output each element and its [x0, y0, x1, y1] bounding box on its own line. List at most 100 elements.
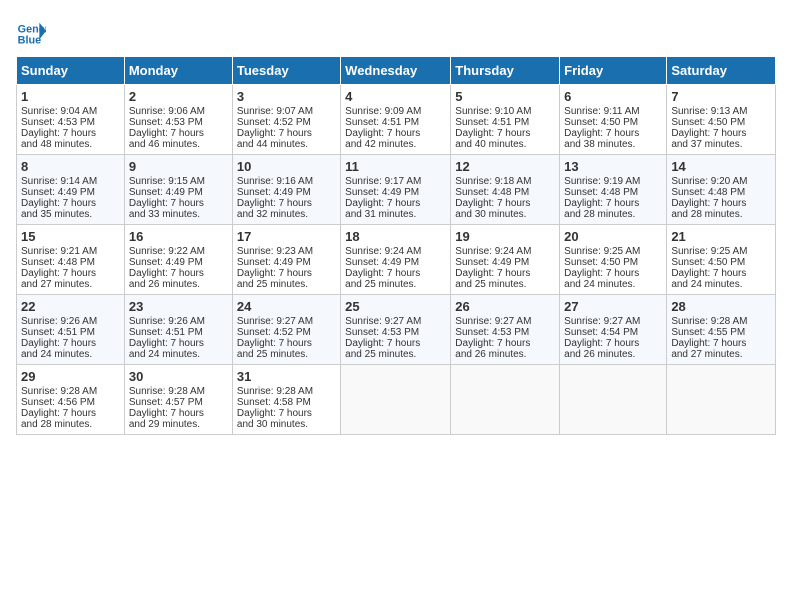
day-number: 3	[237, 89, 336, 104]
day-info-line: Daylight: 7 hours	[564, 198, 662, 209]
day-info-line: Sunrise: 9:04 AM	[21, 106, 120, 117]
calendar-cell: 11Sunrise: 9:17 AMSunset: 4:49 PMDayligh…	[341, 155, 451, 225]
day-info-line: and 27 minutes.	[21, 279, 120, 290]
day-info-line: Daylight: 7 hours	[455, 268, 555, 279]
day-info-line: Sunrise: 9:27 AM	[564, 316, 662, 327]
calendar-header: SundayMondayTuesdayWednesdayThursdayFrid…	[17, 57, 776, 85]
day-info-line: Sunrise: 9:21 AM	[21, 246, 120, 257]
day-info-line: Sunrise: 9:26 AM	[21, 316, 120, 327]
day-info-line: Sunrise: 9:28 AM	[129, 386, 228, 397]
day-info-line: Sunset: 4:50 PM	[564, 117, 662, 128]
day-number: 22	[21, 299, 120, 314]
day-info-line: Sunrise: 9:13 AM	[671, 106, 771, 117]
day-info-line: and 42 minutes.	[345, 139, 446, 150]
day-info-line: Daylight: 7 hours	[345, 268, 446, 279]
day-info-line: and 29 minutes.	[129, 419, 228, 430]
calendar-cell: 16Sunrise: 9:22 AMSunset: 4:49 PMDayligh…	[124, 225, 232, 295]
calendar-cell: 8Sunrise: 9:14 AMSunset: 4:49 PMDaylight…	[17, 155, 125, 225]
day-info-line: Sunrise: 9:20 AM	[671, 176, 771, 187]
day-info-line: Sunrise: 9:06 AM	[129, 106, 228, 117]
calendar-cell: 9Sunrise: 9:15 AMSunset: 4:49 PMDaylight…	[124, 155, 232, 225]
day-info-line: Sunset: 4:54 PM	[564, 327, 662, 338]
day-info-line: and 30 minutes.	[237, 419, 336, 430]
day-info-line: and 32 minutes.	[237, 209, 336, 220]
day-info-line: Sunset: 4:49 PM	[345, 187, 446, 198]
day-info-line: Sunset: 4:48 PM	[455, 187, 555, 198]
day-number: 11	[345, 159, 446, 174]
calendar-cell: 24Sunrise: 9:27 AMSunset: 4:52 PMDayligh…	[232, 295, 340, 365]
day-info-line: Sunrise: 9:27 AM	[455, 316, 555, 327]
calendar-cell: 3Sunrise: 9:07 AMSunset: 4:52 PMDaylight…	[232, 85, 340, 155]
day-info-line: and 24 minutes.	[129, 349, 228, 360]
calendar-cell: 18Sunrise: 9:24 AMSunset: 4:49 PMDayligh…	[341, 225, 451, 295]
day-number: 12	[455, 159, 555, 174]
day-info-line: Daylight: 7 hours	[237, 198, 336, 209]
day-number: 19	[455, 229, 555, 244]
day-info-line: Sunset: 4:57 PM	[129, 397, 228, 408]
day-info-line: Sunset: 4:52 PM	[237, 117, 336, 128]
day-info-line: Sunset: 4:50 PM	[671, 257, 771, 268]
col-header-tuesday: Tuesday	[232, 57, 340, 85]
day-info-line: Sunrise: 9:11 AM	[564, 106, 662, 117]
svg-text:Blue: Blue	[18, 35, 41, 47]
day-info-line: Daylight: 7 hours	[564, 338, 662, 349]
day-info-line: Daylight: 7 hours	[345, 198, 446, 209]
day-info-line: Sunrise: 9:28 AM	[21, 386, 120, 397]
day-info-line: and 44 minutes.	[237, 139, 336, 150]
week-row-3: 15Sunrise: 9:21 AMSunset: 4:48 PMDayligh…	[17, 225, 776, 295]
day-info-line: and 24 minutes.	[564, 279, 662, 290]
calendar-cell: 5Sunrise: 9:10 AMSunset: 4:51 PMDaylight…	[451, 85, 560, 155]
day-info-line: and 26 minutes.	[129, 279, 228, 290]
day-number: 8	[21, 159, 120, 174]
col-header-thursday: Thursday	[451, 57, 560, 85]
day-info-line: Sunrise: 9:28 AM	[671, 316, 771, 327]
day-info-line: Daylight: 7 hours	[129, 408, 228, 419]
day-number: 26	[455, 299, 555, 314]
calendar-cell	[451, 365, 560, 435]
day-info-line: Daylight: 7 hours	[455, 128, 555, 139]
day-number: 4	[345, 89, 446, 104]
day-info-line: Sunset: 4:50 PM	[671, 117, 771, 128]
day-info-line: Daylight: 7 hours	[345, 338, 446, 349]
col-header-wednesday: Wednesday	[341, 57, 451, 85]
day-info-line: Sunrise: 9:28 AM	[237, 386, 336, 397]
day-info-line: and 25 minutes.	[345, 349, 446, 360]
calendar-cell: 10Sunrise: 9:16 AMSunset: 4:49 PMDayligh…	[232, 155, 340, 225]
day-info-line: and 28 minutes.	[564, 209, 662, 220]
calendar-cell: 21Sunrise: 9:25 AMSunset: 4:50 PMDayligh…	[667, 225, 776, 295]
week-row-2: 8Sunrise: 9:14 AMSunset: 4:49 PMDaylight…	[17, 155, 776, 225]
day-number: 24	[237, 299, 336, 314]
calendar-cell: 26Sunrise: 9:27 AMSunset: 4:53 PMDayligh…	[451, 295, 560, 365]
day-number: 1	[21, 89, 120, 104]
day-info-line: Sunrise: 9:09 AM	[345, 106, 446, 117]
calendar-cell: 2Sunrise: 9:06 AMSunset: 4:53 PMDaylight…	[124, 85, 232, 155]
day-info-line: Sunset: 4:51 PM	[455, 117, 555, 128]
day-info-line: Sunrise: 9:25 AM	[564, 246, 662, 257]
calendar-cell: 1Sunrise: 9:04 AMSunset: 4:53 PMDaylight…	[17, 85, 125, 155]
day-info-line: Daylight: 7 hours	[237, 268, 336, 279]
col-header-saturday: Saturday	[667, 57, 776, 85]
day-info-line: Sunset: 4:49 PM	[129, 187, 228, 198]
logo-icon: General Blue	[16, 16, 46, 46]
day-number: 15	[21, 229, 120, 244]
day-number: 9	[129, 159, 228, 174]
day-info-line: Sunset: 4:49 PM	[237, 257, 336, 268]
day-info-line: Sunrise: 9:25 AM	[671, 246, 771, 257]
day-number: 6	[564, 89, 662, 104]
day-info-line: Sunset: 4:53 PM	[129, 117, 228, 128]
day-info-line: and 30 minutes.	[455, 209, 555, 220]
header: General Blue	[16, 16, 776, 46]
day-info-line: Sunset: 4:49 PM	[237, 187, 336, 198]
day-info-line: and 25 minutes.	[237, 349, 336, 360]
day-info-line: Daylight: 7 hours	[21, 128, 120, 139]
calendar-cell: 29Sunrise: 9:28 AMSunset: 4:56 PMDayligh…	[17, 365, 125, 435]
day-info-line: Daylight: 7 hours	[671, 128, 771, 139]
day-info-line: Sunset: 4:58 PM	[237, 397, 336, 408]
col-header-monday: Monday	[124, 57, 232, 85]
day-info-line: Sunset: 4:49 PM	[21, 187, 120, 198]
calendar-cell: 15Sunrise: 9:21 AMSunset: 4:48 PMDayligh…	[17, 225, 125, 295]
day-info-line: Daylight: 7 hours	[671, 268, 771, 279]
day-info-line: and 31 minutes.	[345, 209, 446, 220]
calendar-cell: 22Sunrise: 9:26 AMSunset: 4:51 PMDayligh…	[17, 295, 125, 365]
calendar-cell: 25Sunrise: 9:27 AMSunset: 4:53 PMDayligh…	[341, 295, 451, 365]
